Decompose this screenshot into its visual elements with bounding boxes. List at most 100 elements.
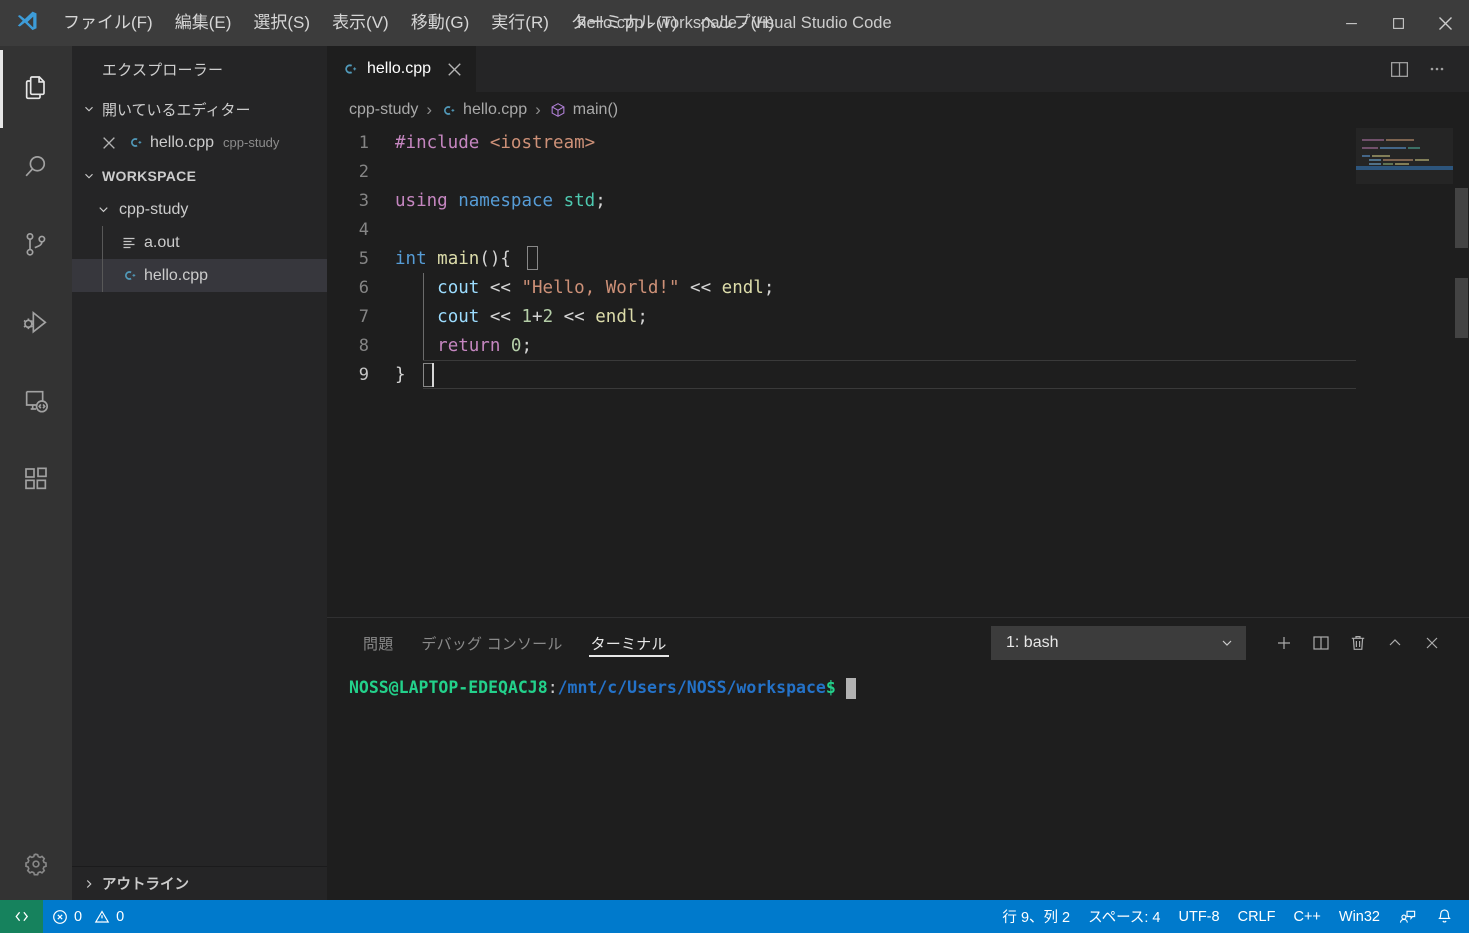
activity-remote-explorer[interactable] [0,362,72,440]
bell-icon [1438,909,1451,923]
panel-tab-debug-console[interactable]: デバッグ コンソール [407,618,576,668]
line-number: 7 [358,306,369,327]
section-outline-label: アウトライン [102,877,189,893]
menu-bar: ファイル(F) 編集(E) 選択(S) 表示(V) 移動(G) 実行(R) ター… [52,8,785,38]
section-outline[interactable]: アウトライン [72,866,327,900]
maximize-panel-button[interactable] [1378,626,1412,660]
bracket-match-open [527,246,538,270]
menu-view[interactable]: 表示(V) [321,8,400,38]
split-terminal-button[interactable] [1304,626,1338,660]
remote-icon [15,911,29,922]
extensions-icon [25,467,47,490]
minimize-button[interactable] [1328,0,1375,46]
search-icon [25,156,46,177]
close-button[interactable] [1422,0,1469,46]
line-text: return 0; [437,335,533,356]
line-number: 4 [358,219,369,240]
activity-source-control[interactable] [0,206,72,284]
folder-name: cpp-study [119,200,189,218]
editor-vertical-scrollbar[interactable] [1453,128,1469,617]
vscode-window: ファイル(F) 編集(E) 選択(S) 表示(V) 移動(G) 実行(R) ター… [0,0,1469,933]
menu-run[interactable]: 実行(R) [480,8,560,38]
status-feedback[interactable] [1389,900,1426,933]
terminal-selector[interactable]: 1: bash [991,626,1246,660]
new-terminal-button[interactable] [1267,626,1301,660]
editor-actions [1381,46,1469,92]
status-cursor-position[interactable]: 行 9、列 2 [993,900,1079,933]
menu-edit[interactable]: 編集(E) [164,8,243,38]
split-editor-button[interactable] [1381,51,1417,87]
workbench-body: エクスプローラー 開いているエディター hello.cpp cpp-study … [0,46,1469,900]
code-line: 4 [327,215,1469,244]
line-text: cout << 1+2 << endl; [437,306,648,327]
scrollbar-thumb-secondary[interactable] [1455,278,1468,338]
kill-terminal-button[interactable] [1341,626,1375,660]
terminal-output[interactable]: NOSS@LAPTOP-EDEQACJ8:/mnt/c/Users/NOSS/w… [327,668,1469,900]
menu-terminal[interactable]: ターミナル(T) [560,8,689,38]
activity-explorer[interactable] [0,50,72,128]
chevron-down-icon [80,102,98,116]
file-a-out[interactable]: a.out [72,226,327,259]
status-bar-left: 0 0 [43,900,133,933]
activity-search[interactable] [0,128,72,206]
breadcrumb-file-label: hello.cpp [463,101,528,118]
code-editor[interactable]: 1 #include <iostream> 2 3 using namespac… [327,128,1469,617]
window-controls [1328,0,1469,46]
minimap[interactable] [1356,128,1453,617]
breadcrumb-symbol-label: main() [572,101,619,118]
sidebar-title: エクスプローラー [102,61,224,79]
breadcrumb-item-folder[interactable]: cpp-study [349,101,418,119]
line-text: using namespace std; [395,190,606,211]
status-remote-button[interactable] [0,900,43,933]
open-editor-item-hello-cpp[interactable]: hello.cpp cpp-study [72,126,327,159]
menu-go[interactable]: 移動(G) [400,8,481,38]
menu-help[interactable]: ヘルプ(H) [689,8,786,38]
panel-tab-problems[interactable]: 問題 [349,618,407,668]
close-icon[interactable] [447,62,462,77]
minimap-slider[interactable] [1356,128,1453,184]
status-language-mode[interactable]: C++ [1284,900,1329,933]
breadcrumb-item-file[interactable]: hello.cpp [440,101,527,119]
menu-file[interactable]: ファイル(F) [52,8,164,38]
status-eol[interactable]: CRLF [1229,900,1285,933]
status-notifications[interactable] [1426,900,1463,933]
line-number: 1 [358,132,369,153]
activity-run-debug[interactable] [0,284,72,362]
menu-selection[interactable]: 選択(S) [242,8,321,38]
folder-cpp-study[interactable]: cpp-study [72,193,327,226]
status-encoding[interactable]: UTF-8 [1170,900,1229,933]
line-number: 8 [358,335,369,356]
bottom-panel: 問題 デバッグ コンソール ターミナル 1: bash NOSS@LAPTOP-… [327,617,1469,900]
editor-group: hello.cpp cpp-study › hello.cpp › main()… [327,46,1469,900]
breadcrumb-item-symbol[interactable]: main() [549,101,618,119]
breadcrumb-separator: › [426,100,433,119]
status-platform[interactable]: Win32 [1330,900,1389,933]
side-bar: エクスプローラー 開いているエディター hello.cpp cpp-study … [72,46,327,900]
cpp-file-icon [122,134,148,151]
maximize-button[interactable] [1375,0,1422,46]
tab-hello-cpp[interactable]: hello.cpp [327,46,478,92]
panel-tab-terminal[interactable]: ターミナル [577,618,681,668]
activity-manage-settings[interactable] [0,828,72,900]
status-indentation[interactable]: スペース: 4 [1079,900,1169,933]
terminal-selector-value: 1: bash [1006,634,1059,651]
open-editor-name: hello.cpp [150,133,215,151]
split-icon [1313,636,1329,650]
section-workspace[interactable]: WORKSPACE [72,159,327,193]
section-open-editors[interactable]: 開いているエディター [72,92,327,126]
panel-header: 問題 デバッグ コンソール ターミナル 1: bash [327,618,1469,668]
line-number: 3 [358,190,369,211]
terminal-path: /mnt/c/Users/NOSS/workspace [557,678,826,697]
tabs-filler [477,46,1381,92]
activity-extensions[interactable] [0,440,72,518]
scrollbar-thumb[interactable] [1455,188,1468,248]
cpp-file-icon [341,60,359,78]
chevron-down-icon [1219,635,1235,651]
warning-icon [94,909,110,925]
more-actions-button[interactable] [1419,51,1455,87]
code-line: 1 #include <iostream> [327,128,1469,157]
status-errors-warnings[interactable]: 0 0 [43,900,133,933]
file-hello-cpp[interactable]: hello.cpp [72,259,327,292]
close-icon[interactable] [96,136,122,150]
close-panel-button[interactable] [1415,626,1449,660]
